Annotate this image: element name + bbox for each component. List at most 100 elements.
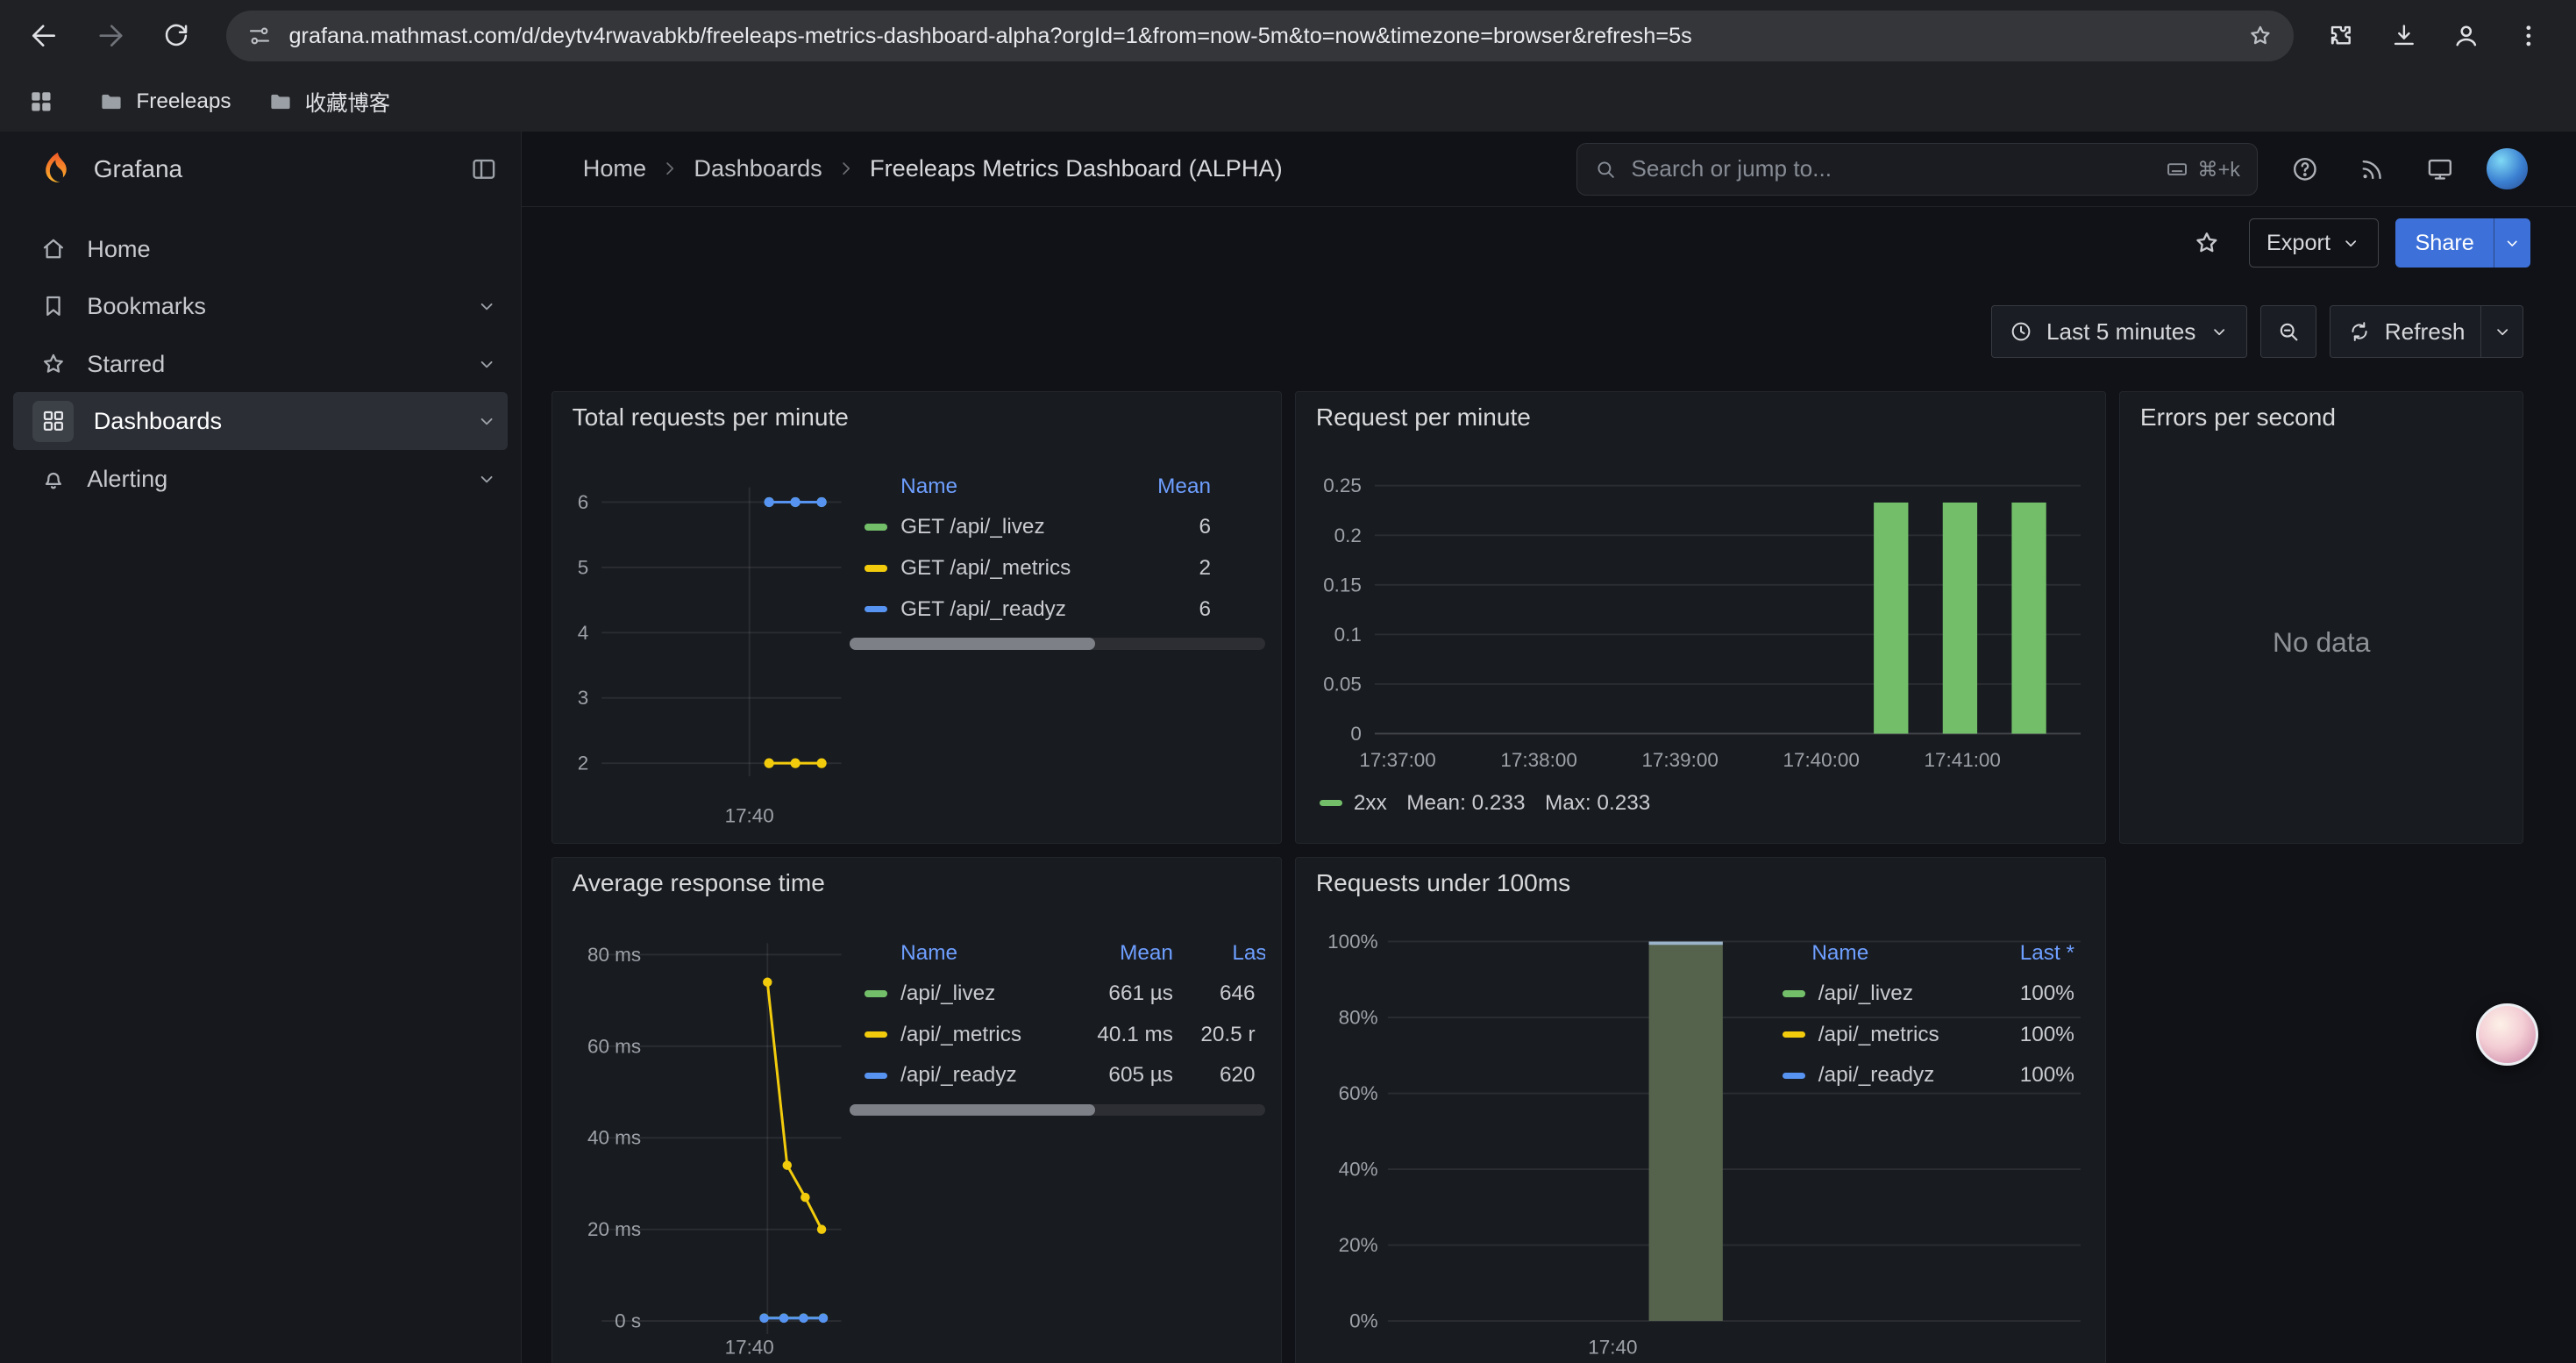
- apps-grid-icon[interactable]: [19, 81, 62, 124]
- series-name[interactable]: /api/_metrics: [1818, 1023, 1939, 1047]
- sidebar-item-label: Starred: [87, 350, 455, 378]
- legend: Name Last * /api/_livez 100% /api/_metri…: [1769, 934, 2091, 1096]
- share-dropdown[interactable]: [2494, 218, 2530, 268]
- zoom-out-button[interactable]: [2260, 305, 2316, 358]
- series-name[interactable]: /api/_livez: [1818, 981, 1913, 1006]
- browser-actions: [2316, 11, 2559, 61]
- series-name[interactable]: GET /api/_livez: [900, 515, 1045, 539]
- refresh-interval-dropdown[interactable]: [2480, 305, 2523, 358]
- chevron-down-icon[interactable]: [475, 467, 498, 490]
- panel-title[interactable]: Errors per second: [2120, 392, 2523, 441]
- extensions-icon[interactable]: [2316, 11, 2366, 61]
- series-max: Max: 0.233: [1545, 791, 1650, 816]
- site-settings-icon[interactable]: [246, 23, 273, 49]
- person-icon: [2451, 20, 2482, 52]
- address-bar[interactable]: [226, 11, 2294, 61]
- brand: Grafana: [94, 155, 451, 183]
- svg-text:80%: 80%: [1339, 1007, 1378, 1029]
- sidebar-item-dashboards[interactable]: Dashboards: [13, 392, 509, 450]
- back-button[interactable]: [17, 8, 73, 64]
- export-button[interactable]: Export: [2249, 218, 2379, 268]
- profile-icon[interactable]: [2441, 11, 2490, 61]
- grafana-header: Home Dashboards Freeleaps Metrics Dashbo…: [522, 132, 2575, 207]
- home-icon: [39, 235, 68, 263]
- series-name[interactable]: GET /api/_metrics: [900, 556, 1071, 581]
- browser-menu-icon[interactable]: [2504, 11, 2553, 61]
- refresh-button[interactable]: Refresh: [2330, 305, 2482, 358]
- browser-toolbar: [0, 0, 2576, 72]
- series-name[interactable]: /api/_readyz: [1818, 1063, 1935, 1088]
- svg-text:60%: 60%: [1339, 1082, 1378, 1104]
- forward-button[interactable]: [82, 8, 139, 64]
- refresh-icon: [2347, 319, 2372, 344]
- svg-text:5: 5: [578, 556, 589, 578]
- share-button[interactable]: Share: [2395, 218, 2530, 268]
- legend-header-mean[interactable]: Mean: [1157, 475, 1211, 499]
- sidebar-item-home[interactable]: Home: [0, 220, 521, 278]
- sidebar-item-starred[interactable]: Starred: [0, 335, 521, 393]
- zoom-out-icon: [2275, 318, 2302, 345]
- breadcrumb-dashboards[interactable]: Dashboards: [694, 154, 822, 182]
- bookmark-star-icon[interactable]: [2246, 22, 2274, 50]
- bookmark-item-blog[interactable]: 收藏博客: [267, 87, 390, 118]
- breadcrumb-separator-icon: [659, 158, 680, 179]
- svg-text:17:40: 17:40: [725, 1337, 774, 1359]
- legend-header-name[interactable]: Name: [900, 941, 1081, 966]
- search-input[interactable]: [1631, 155, 2151, 182]
- legend-scrollbar[interactable]: [850, 1104, 1265, 1116]
- series-name[interactable]: /api/_readyz: [900, 1063, 1081, 1088]
- header-actions: [2279, 143, 2533, 196]
- url-input[interactable]: [289, 24, 2230, 49]
- reload-button[interactable]: [148, 8, 204, 64]
- breadcrumb-current: Freeleaps Metrics Dashboard (ALPHA): [870, 154, 1283, 182]
- breadcrumb-home[interactable]: Home: [583, 154, 646, 182]
- grid-icon: [27, 88, 55, 116]
- time-range-picker[interactable]: Last 5 minutes: [1991, 305, 2247, 358]
- legend-header-name[interactable]: Name: [1811, 941, 1868, 966]
- svg-text:40%: 40%: [1339, 1159, 1378, 1181]
- floating-avatar[interactable]: [2476, 1003, 2538, 1066]
- time-controls: Last 5 minutes Refresh: [1991, 305, 2523, 358]
- favorite-star-icon[interactable]: [2181, 218, 2233, 268]
- share-label[interactable]: Share: [2395, 218, 2494, 268]
- chevron-down-icon[interactable]: [475, 353, 498, 375]
- grafana-logo[interactable]: [39, 151, 75, 187]
- series-swatch: [1783, 990, 1805, 996]
- series-mean: 2: [1199, 556, 1212, 581]
- scrollbar-thumb[interactable]: [850, 1104, 1095, 1116]
- user-avatar[interactable]: [2480, 143, 2533, 196]
- breadcrumb-separator-icon: [836, 158, 857, 179]
- chevron-down-icon[interactable]: [475, 295, 498, 318]
- series-name[interactable]: /api/_metrics: [900, 1023, 1081, 1047]
- dock-menu-icon[interactable]: [469, 154, 499, 184]
- export-label: Export: [2266, 231, 2330, 256]
- series-name[interactable]: 2xx: [1354, 791, 1387, 816]
- legend-scrollbar[interactable]: [850, 638, 1265, 649]
- svg-text:60 ms: 60 ms: [587, 1036, 641, 1058]
- legend-header-last[interactable]: Last *: [1173, 941, 1265, 966]
- chevron-down-icon[interactable]: [475, 410, 498, 432]
- bookmarks-bar: Freeleaps 收藏博客: [0, 72, 2576, 131]
- legend-row: /api/_metrics 100%: [1769, 1014, 2091, 1055]
- series-swatch: [865, 565, 887, 571]
- search-shortcut: ⌘+k: [2165, 157, 2240, 182]
- scrollbar-thumb[interactable]: [850, 638, 1095, 649]
- legend-header-mean[interactable]: Mean: [1081, 941, 1173, 966]
- sidebar-item-bookmarks[interactable]: Bookmarks: [0, 277, 521, 335]
- help-icon[interactable]: [2279, 143, 2331, 196]
- bookmark-item-freeleaps[interactable]: Freeleaps: [98, 89, 231, 115]
- downloads-icon[interactable]: [2379, 11, 2428, 61]
- news-rss-icon[interactable]: [2346, 143, 2399, 196]
- kiosk-monitor-icon[interactable]: [2414, 143, 2466, 196]
- legend-header-name[interactable]: Name: [900, 475, 957, 499]
- svg-text:0.1: 0.1: [1334, 623, 1362, 645]
- sidebar-item-alerting[interactable]: Alerting: [0, 450, 521, 508]
- svg-text:17:38:00: 17:38:00: [1501, 749, 1577, 771]
- search-box[interactable]: ⌘+k: [1576, 143, 2258, 196]
- series-name[interactable]: /api/_livez: [900, 981, 1081, 1006]
- screen: Freeleaps 收藏博客 Grafana Home: [0, 0, 2576, 1363]
- legend-header-last[interactable]: Last *: [2020, 941, 2074, 966]
- series-name[interactable]: GET /api/_readyz: [900, 597, 1066, 622]
- time-range-label: Last 5 minutes: [2046, 318, 2195, 346]
- series-swatch: [1783, 1073, 1805, 1079]
